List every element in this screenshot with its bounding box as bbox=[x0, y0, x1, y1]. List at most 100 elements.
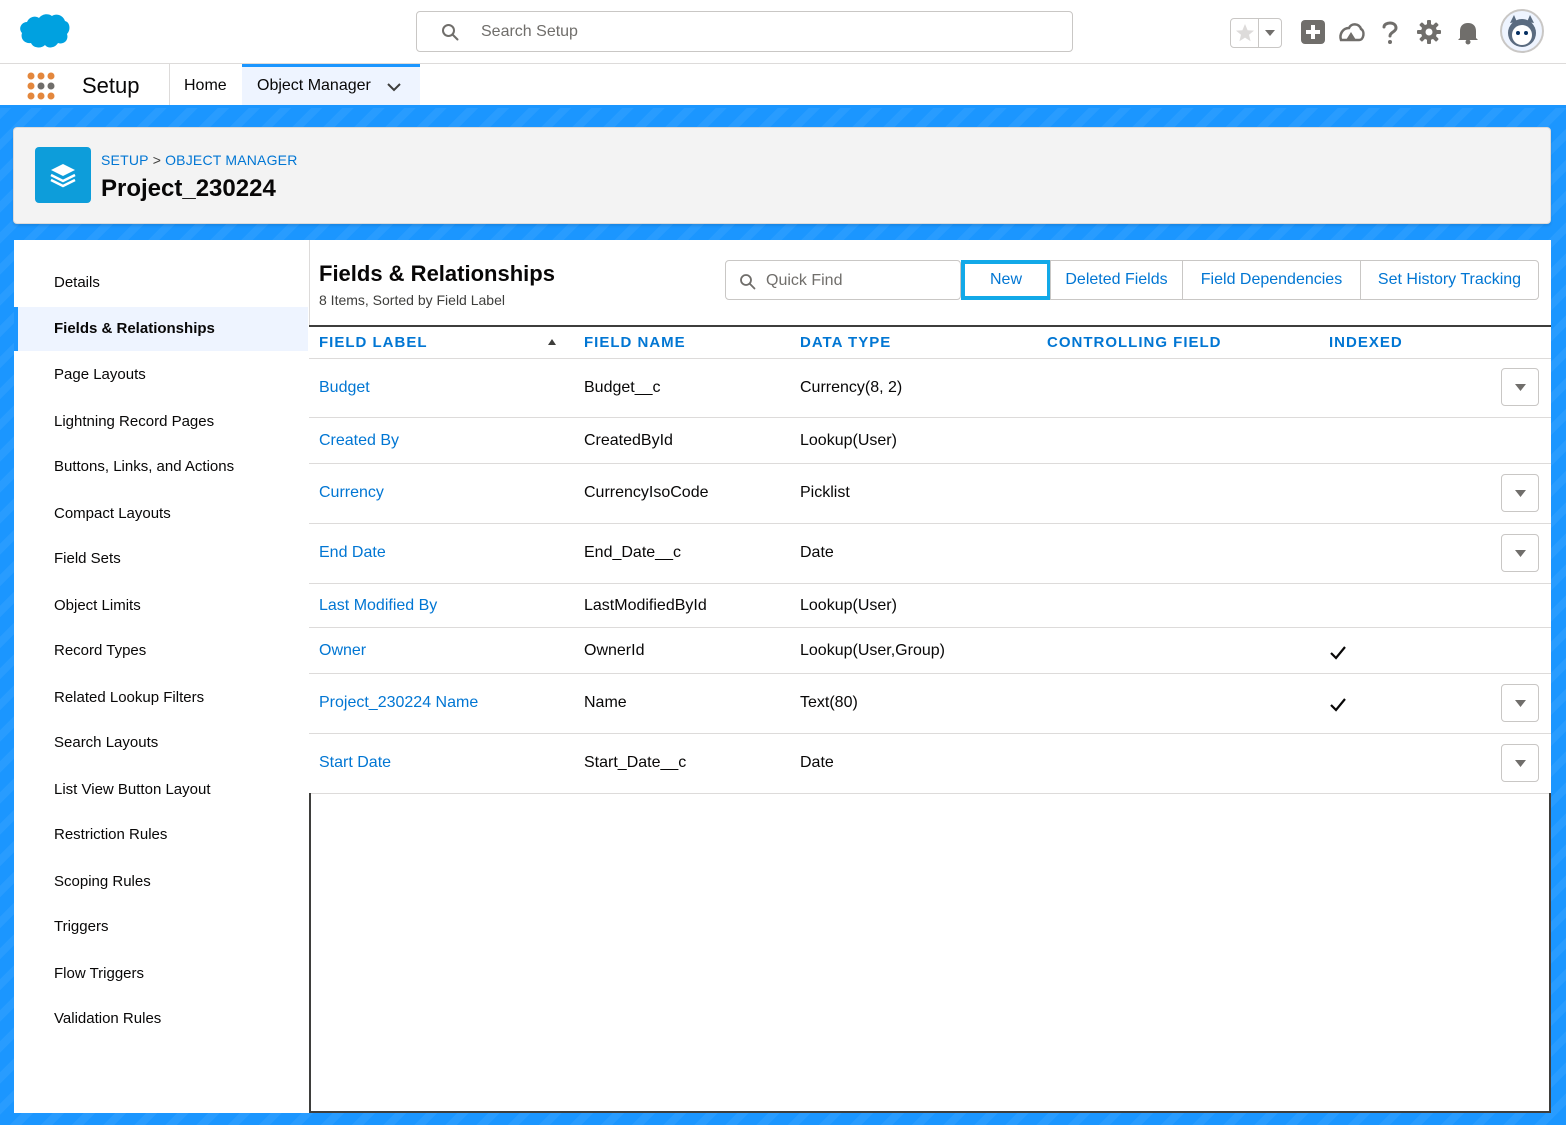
page-title: Project_230224 bbox=[101, 175, 276, 202]
sidebar-item-compact-layouts[interactable]: Compact Layouts bbox=[14, 492, 308, 536]
sidebar-item-scoping-rules[interactable]: Scoping Rules bbox=[14, 860, 308, 904]
sidebar-item-details[interactable]: Details bbox=[14, 261, 308, 305]
search-icon bbox=[740, 274, 756, 290]
divider bbox=[169, 64, 170, 105]
table-row: Created By CreatedById Lookup(User) bbox=[309, 418, 1551, 464]
data-type: Lookup(User,Group) bbox=[800, 642, 945, 659]
table-row: End Date End_Date__c Date bbox=[309, 524, 1551, 584]
row-actions-button[interactable] bbox=[1501, 684, 1539, 722]
set-history-tracking-button[interactable]: Set History Tracking bbox=[1360, 260, 1539, 300]
search-icon bbox=[442, 24, 459, 41]
app-launcher-icon[interactable] bbox=[26, 71, 56, 101]
column-header-data-type[interactable]: DATA TYPE bbox=[800, 334, 891, 351]
help-icon[interactable] bbox=[1376, 18, 1404, 46]
page-header: SETUP > OBJECT MANAGER Project_230224 bbox=[13, 127, 1551, 224]
sidebar-item-triggers[interactable]: Triggers bbox=[14, 905, 308, 949]
add-icon[interactable] bbox=[1299, 18, 1327, 46]
field-label-link[interactable]: Budget bbox=[319, 379, 370, 397]
tab-home[interactable]: Home bbox=[184, 77, 227, 95]
field-label-link[interactable]: Project_230224 Name bbox=[319, 694, 478, 712]
salesforce-cloud-logo[interactable] bbox=[18, 12, 70, 50]
data-type: Currency(8, 2) bbox=[800, 379, 903, 396]
field-label-link[interactable]: Currency bbox=[319, 484, 384, 502]
field-label-link[interactable]: End Date bbox=[319, 544, 386, 562]
data-type: Lookup(User) bbox=[800, 597, 897, 614]
tab-object-manager[interactable]: Object Manager bbox=[242, 64, 420, 105]
sort-ascending-icon[interactable] bbox=[547, 338, 557, 346]
quick-find-input[interactable]: Quick Find bbox=[725, 260, 961, 300]
checkmark-icon bbox=[1330, 698, 1346, 712]
field-name: CreatedById bbox=[584, 432, 673, 449]
field-name: CurrencyIsoCode bbox=[584, 484, 709, 501]
table-row: Owner OwnerId Lookup(User,Group) bbox=[309, 628, 1551, 674]
trailhead-icon[interactable] bbox=[1337, 18, 1365, 46]
checkmark-icon bbox=[1330, 646, 1346, 660]
table-row: Budget Budget__c Currency(8, 2) bbox=[309, 359, 1551, 418]
app-name: Setup bbox=[82, 73, 140, 98]
quick-find-placeholder: Quick Find bbox=[766, 272, 843, 289]
breadcrumb-setup[interactable]: SETUP bbox=[101, 152, 149, 168]
chevron-down-icon bbox=[1515, 490, 1526, 497]
row-actions-button[interactable] bbox=[1501, 534, 1539, 572]
gear-icon[interactable] bbox=[1415, 18, 1443, 46]
table-row: Last Modified By LastModifiedById Lookup… bbox=[309, 584, 1551, 628]
field-name: Name bbox=[584, 694, 627, 711]
sidebar-item-restriction-rules[interactable]: Restriction Rules bbox=[14, 813, 308, 857]
object-stack-icon bbox=[35, 147, 91, 203]
table-row: Project_230224 Name Name Text(80) bbox=[309, 674, 1551, 734]
data-type: Date bbox=[800, 754, 834, 771]
chevron-down-icon[interactable] bbox=[387, 82, 401, 92]
field-label-link[interactable]: Start Date bbox=[319, 754, 391, 772]
field-dependencies-button[interactable]: Field Dependencies bbox=[1182, 260, 1361, 300]
chevron-down-icon bbox=[1515, 384, 1526, 391]
data-type: Text(80) bbox=[800, 694, 858, 711]
sidebar-item-buttons-links-actions[interactable]: Buttons, Links, and Actions bbox=[14, 445, 308, 489]
section-subtitle: 8 Items, Sorted by Field Label bbox=[319, 292, 505, 308]
sidebar-item-flow-triggers[interactable]: Flow Triggers bbox=[14, 952, 308, 996]
deleted-fields-button[interactable]: Deleted Fields bbox=[1050, 260, 1183, 300]
breadcrumb-object-manager[interactable]: OBJECT MANAGER bbox=[165, 152, 297, 168]
field-name: OwnerId bbox=[584, 642, 645, 659]
search-input[interactable]: Search Setup bbox=[416, 11, 1073, 52]
breadcrumb-separator: > bbox=[152, 152, 162, 168]
new-field-button[interactable]: New bbox=[961, 260, 1051, 300]
sidebar-item-page-layouts[interactable]: Page Layouts bbox=[14, 353, 308, 397]
field-label-link[interactable]: Last Modified By bbox=[319, 597, 437, 615]
row-actions-button[interactable] bbox=[1501, 474, 1539, 512]
field-label-link[interactable]: Owner bbox=[319, 642, 366, 660]
sidebar-item-object-limits[interactable]: Object Limits bbox=[14, 584, 308, 628]
chevron-down-icon bbox=[1515, 700, 1526, 707]
column-header-field-name[interactable]: FIELD NAME bbox=[584, 334, 686, 351]
field-label-link[interactable]: Created By bbox=[319, 432, 399, 450]
sidebar-item-related-lookup-filters[interactable]: Related Lookup Filters bbox=[14, 676, 308, 720]
field-name: LastModifiedById bbox=[584, 597, 707, 614]
sidebar: Details Fields & Relationships Page Layo… bbox=[14, 240, 308, 1113]
table-row: Start Date Start_Date__c Date bbox=[309, 734, 1551, 794]
breadcrumb: SETUP > OBJECT MANAGER bbox=[101, 152, 298, 168]
sidebar-item-record-types[interactable]: Record Types bbox=[14, 629, 308, 673]
tab-object-manager-label: Object Manager bbox=[257, 77, 371, 94]
table-row: Currency CurrencyIsoCode Picklist bbox=[309, 464, 1551, 524]
column-header-indexed[interactable]: INDEXED bbox=[1329, 334, 1403, 351]
global-header: Search Setup bbox=[0, 0, 1566, 64]
field-name: Budget__c bbox=[584, 379, 661, 396]
sidebar-item-lightning-record-pages[interactable]: Lightning Record Pages bbox=[14, 400, 308, 444]
chevron-down-icon bbox=[1515, 550, 1526, 557]
astro-avatar-icon bbox=[1508, 15, 1536, 47]
column-header-field-label[interactable]: FIELD LABEL bbox=[319, 334, 428, 351]
star-icon[interactable] bbox=[1234, 22, 1256, 44]
table-empty-area bbox=[309, 793, 1551, 1113]
chevron-down-icon[interactable] bbox=[1264, 29, 1276, 37]
sidebar-item-field-sets[interactable]: Field Sets bbox=[14, 537, 308, 581]
row-actions-button[interactable] bbox=[1501, 368, 1539, 406]
divider bbox=[1258, 19, 1259, 47]
avatar[interactable] bbox=[1500, 9, 1544, 53]
row-actions-button[interactable] bbox=[1501, 744, 1539, 782]
bell-icon[interactable] bbox=[1454, 18, 1482, 46]
search-placeholder: Search Setup bbox=[481, 23, 578, 40]
sidebar-item-search-layouts[interactable]: Search Layouts bbox=[14, 721, 308, 765]
column-header-controlling-field[interactable]: CONTROLLING FIELD bbox=[1047, 334, 1222, 351]
sidebar-item-list-view-button-layout[interactable]: List View Button Layout bbox=[14, 768, 308, 812]
sidebar-item-fields-relationships[interactable]: Fields & Relationships bbox=[14, 307, 308, 351]
sidebar-item-validation-rules[interactable]: Validation Rules bbox=[14, 997, 308, 1041]
